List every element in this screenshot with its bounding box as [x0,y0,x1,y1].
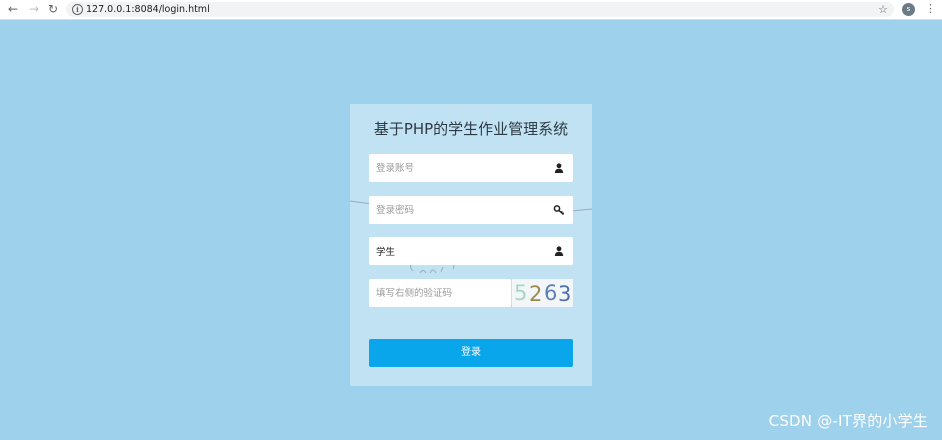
username-field[interactable] [369,154,573,182]
role-input[interactable] [369,237,552,265]
browser-toolbar: ← → ↻ i 127.0.0.1:8084/login.html ☆ s ⋮ [0,0,942,20]
password-input[interactable] [369,196,552,224]
captcha-digit: 5 [514,281,527,305]
captcha-image[interactable]: 5 2 6 3 [512,279,573,307]
watermark: CSDN @-IT界的小学生 [768,412,928,430]
system-title: 基于PHP的学生作业管理系统 [373,120,569,138]
login-button[interactable]: 登录 [369,339,573,367]
forward-arrow-icon[interactable]: → [27,2,41,16]
url-text: 127.0.0.1:8084/login.html [86,4,210,15]
back-arrow-icon[interactable]: ← [6,2,20,16]
star-icon[interactable]: ☆ [878,2,888,17]
captcha-digit: 3 [558,282,571,306]
address-bar[interactable]: i 127.0.0.1:8084/login.html ☆ [66,2,894,17]
user-icon [554,246,564,256]
login-card: 基于PHP的学生作业管理系统 5 2 6 3 登录 [350,104,592,386]
role-field[interactable] [369,237,573,265]
key-icon [553,205,565,216]
username-input[interactable] [369,154,552,182]
captcha-field[interactable] [369,279,511,307]
user-icon [554,163,564,173]
info-icon[interactable]: i [72,4,83,15]
password-field[interactable] [369,196,573,224]
captcha-digit: 6 [544,281,557,305]
captcha-input[interactable] [369,279,510,307]
profile-avatar[interactable]: s [902,3,915,16]
captcha-digit: 2 [529,282,542,306]
reload-icon[interactable]: ↻ [46,2,60,16]
kebab-menu-icon[interactable]: ⋮ [925,2,936,16]
